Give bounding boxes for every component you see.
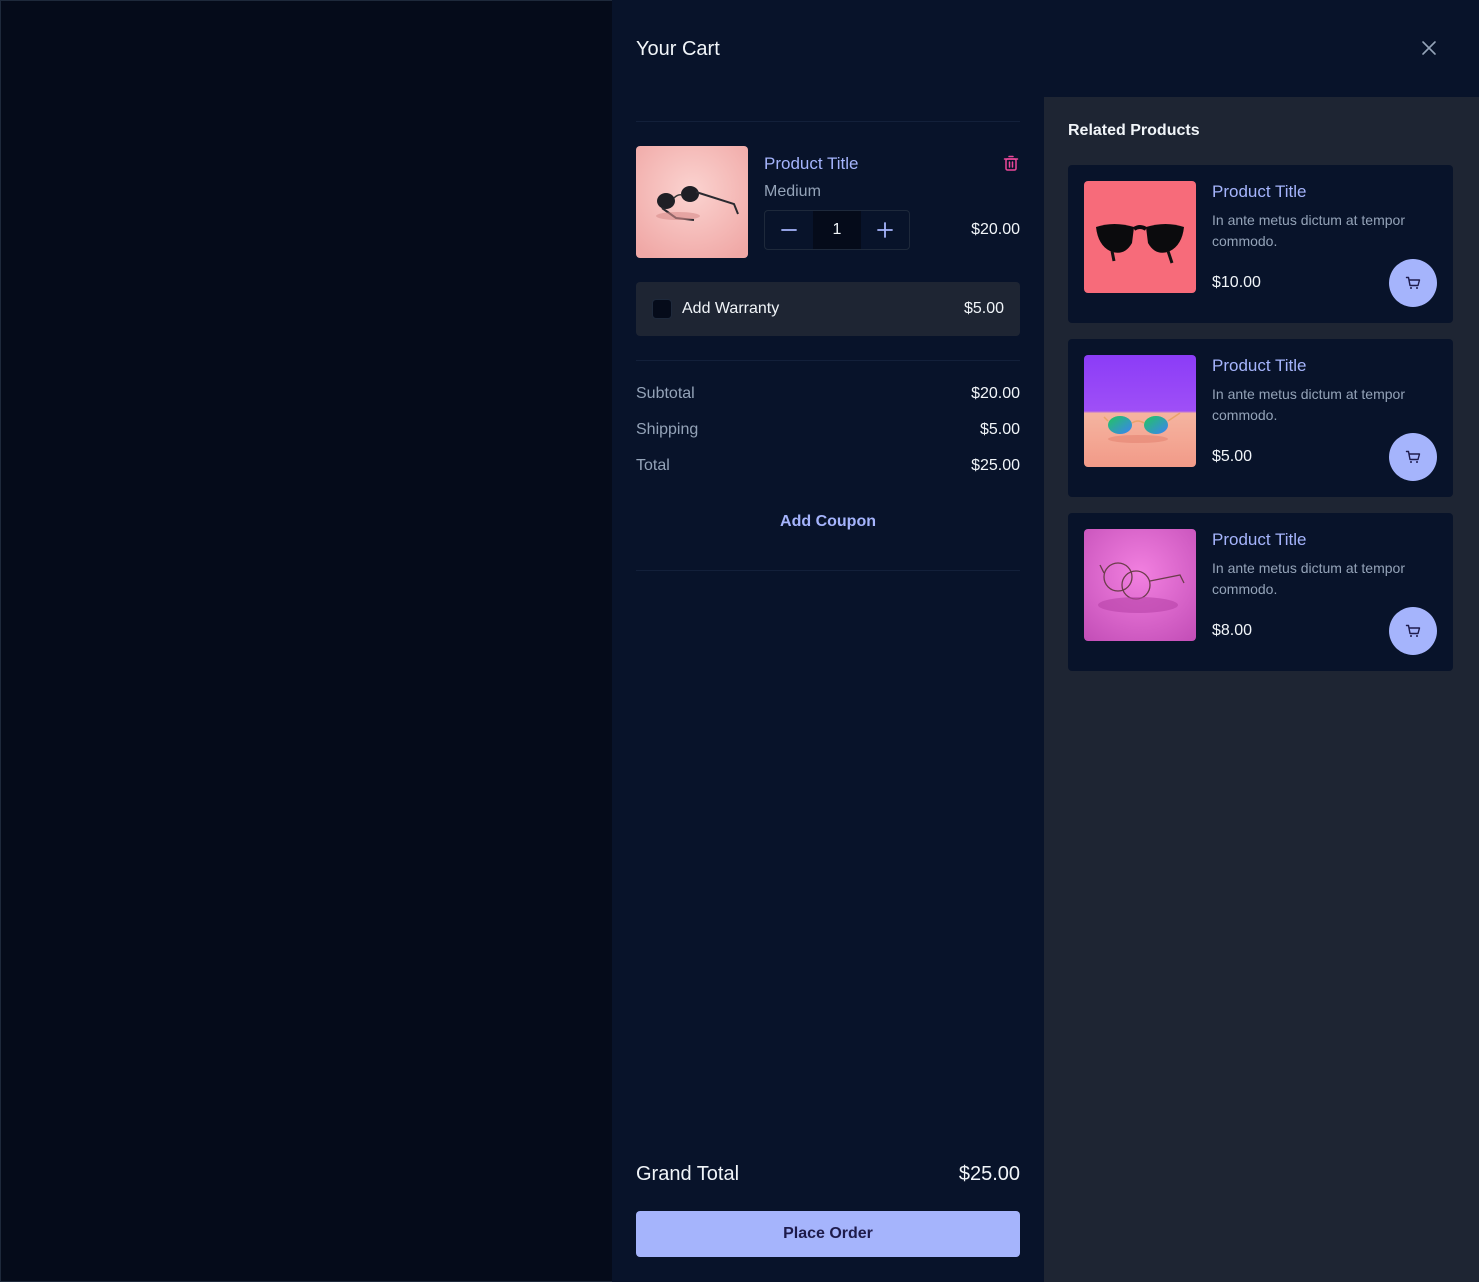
warranty-price: $5.00 bbox=[963, 300, 1004, 317]
remove-item-button[interactable] bbox=[1002, 154, 1020, 172]
related-product-card: Product Title In ante metus dictum at te… bbox=[1068, 339, 1453, 497]
total-label: Total bbox=[636, 457, 670, 474]
decrease-quantity-button[interactable] bbox=[765, 211, 813, 249]
subtotal-row: Subtotal $20.00 bbox=[636, 385, 1020, 403]
related-product-price: $8.00 bbox=[1212, 622, 1253, 639]
total-value: $25.00 bbox=[971, 457, 1020, 474]
divider bbox=[636, 360, 1020, 361]
divider bbox=[636, 121, 1020, 122]
subtotal-value: $20.00 bbox=[971, 385, 1020, 402]
related-products-title: Related Products bbox=[1068, 122, 1200, 139]
related-product-title[interactable]: Product Title bbox=[1212, 182, 1307, 202]
warranty-checkbox[interactable] bbox=[652, 299, 672, 319]
cart-item-image bbox=[636, 146, 748, 258]
related-product-description: In ante metus dictum at tempor commodo. bbox=[1212, 386, 1405, 423]
related-product-card: Product Title In ante metus dictum at te… bbox=[1068, 513, 1453, 671]
total-row: Total $25.00 bbox=[636, 457, 1020, 475]
divider bbox=[636, 570, 1020, 571]
related-product-card: Product Title In ante metus dictum at te… bbox=[1068, 165, 1453, 323]
plus-icon bbox=[877, 222, 893, 238]
related-product-price: $5.00 bbox=[1212, 448, 1253, 465]
cart-icon bbox=[1405, 276, 1421, 289]
add-to-cart-button[interactable] bbox=[1389, 607, 1437, 655]
related-product-title[interactable]: Product Title bbox=[1212, 530, 1307, 550]
shipping-value: $5.00 bbox=[979, 421, 1020, 438]
cart-item-title[interactable]: Product Title bbox=[764, 154, 859, 174]
related-product-image[interactable] bbox=[1084, 181, 1196, 293]
shipping-row: Shipping $5.00 bbox=[636, 421, 1020, 439]
quantity-stepper: 1 bbox=[764, 210, 910, 250]
cart-drawer: Your Cart Product Title Medium 1 $20.00 … bbox=[612, 0, 1479, 1282]
related-product-title[interactable]: Product Title bbox=[1212, 356, 1307, 376]
cart-icon bbox=[1405, 624, 1421, 637]
related-product-price: $10.00 bbox=[1212, 274, 1261, 291]
close-icon bbox=[1422, 41, 1436, 55]
related-product-image[interactable] bbox=[1084, 529, 1196, 641]
add-to-cart-button[interactable] bbox=[1389, 433, 1437, 481]
related-product-description: In ante metus dictum at tempor commodo. bbox=[1212, 212, 1405, 249]
subtotal-label: Subtotal bbox=[636, 385, 695, 402]
warranty-option[interactable]: Add Warranty $5.00 bbox=[636, 282, 1020, 336]
page-overlay[interactable] bbox=[0, 0, 612, 1282]
drawer-title: Your Cart bbox=[636, 38, 720, 60]
cart-item-price: $20.00 bbox=[971, 221, 1020, 238]
related-product-image[interactable] bbox=[1084, 355, 1196, 467]
warranty-label: Add Warranty bbox=[682, 300, 780, 317]
related-product-description: In ante metus dictum at tempor commodo. bbox=[1212, 560, 1405, 597]
shipping-label: Shipping bbox=[636, 421, 699, 438]
increase-quantity-button[interactable] bbox=[861, 211, 909, 249]
cart-column: Product Title Medium 1 $20.00 Add Warran… bbox=[636, 97, 1020, 1282]
quantity-input[interactable]: 1 bbox=[813, 211, 861, 249]
close-button[interactable] bbox=[1417, 36, 1441, 60]
related-products-panel: Related Products Product Title In ante m… bbox=[1044, 97, 1479, 1282]
grand-total-label: Grand Total bbox=[636, 1163, 740, 1185]
trash-icon bbox=[1003, 155, 1019, 171]
grand-total-row: Grand Total $25.00 bbox=[636, 1163, 1020, 1186]
cart-item-variant: Medium bbox=[764, 183, 821, 200]
place-order-button[interactable]: Place Order bbox=[636, 1211, 1020, 1257]
cart-icon bbox=[1405, 450, 1421, 463]
add-to-cart-button[interactable] bbox=[1389, 259, 1437, 307]
grand-total-value: $25.00 bbox=[958, 1163, 1020, 1185]
cart-item: Product Title Medium 1 $20.00 bbox=[636, 146, 1020, 258]
add-coupon-button[interactable]: Add Coupon bbox=[636, 513, 1020, 531]
minus-icon bbox=[781, 229, 797, 231]
